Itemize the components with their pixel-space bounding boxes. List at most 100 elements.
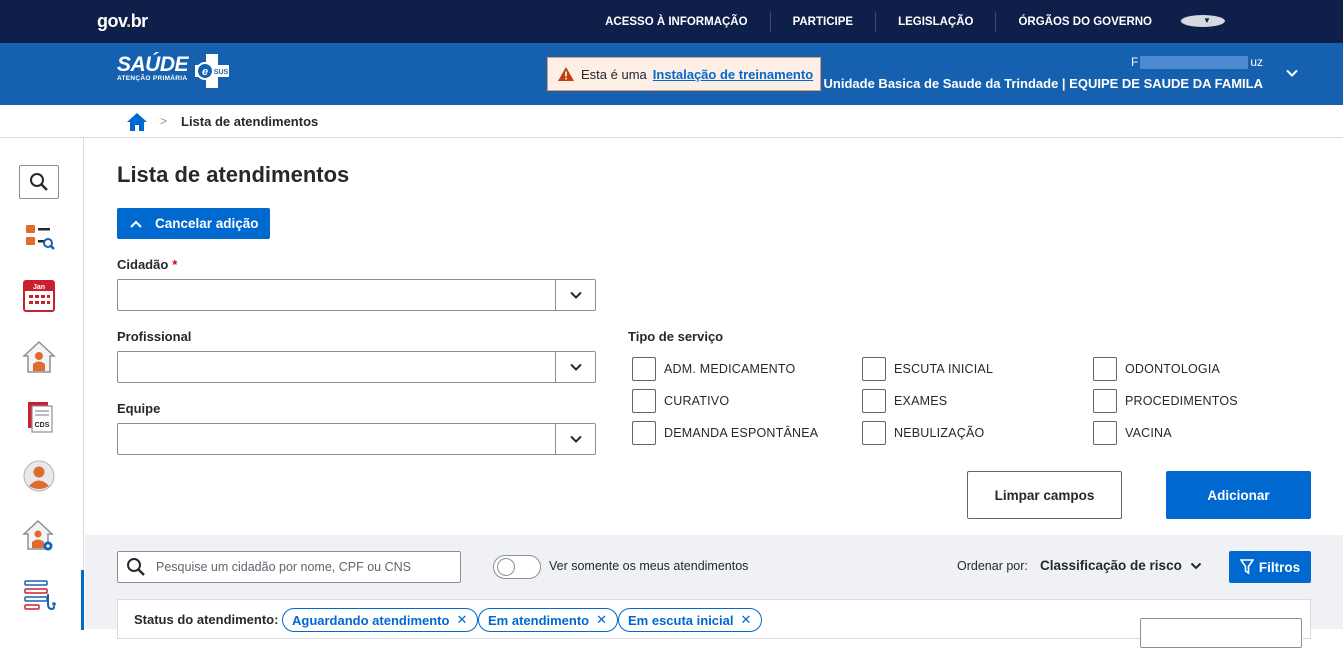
gov-link-acesso[interactable]: ACESSO À INFORMAÇÃO	[605, 12, 769, 32]
status-label: Status do atendimento:	[134, 612, 279, 627]
cds-icon: CDS	[28, 402, 53, 433]
calendar-month: Jan	[33, 284, 45, 291]
cds-label: CDS	[35, 422, 50, 429]
chevron-down-icon[interactable]	[555, 424, 595, 454]
sidebar-item-home-settings[interactable]	[19, 519, 59, 553]
service-checkbox[interactable]: VACINA	[1093, 421, 1172, 445]
checkbox-box[interactable]	[1093, 357, 1117, 381]
sidebar-item-citizen-search[interactable]	[19, 220, 59, 254]
sidebar-item-search[interactable]	[19, 165, 59, 199]
my-attendances-toggle[interactable]	[493, 555, 541, 579]
service-label: ESCUTA INICIAL	[894, 362, 994, 376]
breadcrumb-current: Lista de atendimentos	[181, 114, 319, 129]
training-banner: Esta é uma Instalação de treinamento	[547, 57, 821, 91]
checkbox-box[interactable]	[632, 357, 656, 381]
chevron-down-icon[interactable]	[1285, 66, 1299, 80]
chip-label: Aguardando atendimento	[292, 612, 450, 628]
calendar-icon: Jan	[23, 280, 55, 312]
service-label: ODONTOLOGIA	[1125, 362, 1221, 376]
service-checkbox[interactable]: NEBULIZAÇÃO	[862, 421, 984, 445]
service-label: VACINA	[1125, 426, 1172, 440]
order-label: Ordenar por:	[957, 559, 1028, 573]
home-settings-icon	[22, 519, 54, 551]
cancel-add-label: Cancelar adição	[155, 216, 259, 231]
service-checkbox[interactable]: ODONTOLOGIA	[1093, 357, 1220, 381]
checkbox-box[interactable]	[1093, 421, 1117, 445]
sidebar-item-cds[interactable]: CDS	[19, 400, 59, 434]
close-icon[interactable]: ✕	[741, 612, 752, 628]
sidebar: Jan CDS	[0, 138, 84, 630]
list-toolbar: Pesquise um cidadão por nome, CPF ou CNS…	[85, 535, 1343, 648]
checkbox-box[interactable]	[862, 421, 886, 445]
service-checkbox[interactable]: DEMANDA ESPONTÂNEA	[632, 421, 818, 445]
checkbox-box[interactable]	[862, 389, 886, 413]
order-value: Classificação de risco	[1040, 558, 1182, 573]
service-checkbox[interactable]: ESCUTA INICIAL	[862, 357, 993, 381]
profissional-select[interactable]	[117, 351, 596, 383]
user-info[interactable]: Fuz Unidade Basica de Saude da Trindade …	[824, 55, 1263, 91]
tipo-servico-label: Tipo de serviço	[628, 329, 724, 344]
brand-title: SAÚDE	[117, 53, 189, 76]
chip-label: Em atendimento	[488, 612, 590, 628]
filters-label: Filtros	[1258, 559, 1301, 575]
gov-link-participe[interactable]: PARTICIPE	[769, 11, 876, 32]
sidebar-item-home-care[interactable]	[19, 340, 59, 374]
status-chip[interactable]: Em atendimento ✕	[478, 608, 619, 632]
checkbox-box[interactable]	[862, 357, 886, 381]
status-chip[interactable]: Em escuta inicial ✕	[618, 608, 763, 632]
chevron-down-icon	[1190, 562, 1202, 569]
esus-logo[interactable]: SAÚDE ATENÇÃO PRIMÁRIA e SUS	[117, 53, 229, 88]
add-button[interactable]: Adicionar	[1166, 471, 1311, 519]
brand-subtitle: ATENÇÃO PRIMÁRIA	[117, 75, 188, 82]
gov-links: ACESSO À INFORMAÇÃO PARTICIPE LEGISLAÇÃO…	[605, 0, 1247, 43]
service-label: CURATIVO	[664, 394, 730, 408]
brand-badge: SUS	[214, 69, 229, 76]
checkbox-box[interactable]	[632, 421, 656, 445]
status-extra-field[interactable]	[1140, 618, 1302, 648]
search-placeholder: Pesquise um cidadão por nome, CPF ou CNS	[156, 560, 411, 574]
order-select[interactable]: Classificação de risco	[1040, 558, 1202, 573]
chevron-up-icon	[130, 220, 142, 228]
citizen-search-input[interactable]: Pesquise um cidadão por nome, CPF ou CNS	[117, 551, 461, 583]
close-icon[interactable]: ✕	[456, 612, 467, 628]
home-icon[interactable]	[126, 112, 148, 132]
equipe-label: Equipe	[117, 401, 161, 416]
training-link[interactable]: Instalação de treinamento	[653, 67, 813, 82]
profissional-label: Profissional	[117, 329, 192, 344]
service-checkbox[interactable]: CURATIVO	[632, 389, 729, 413]
service-checkbox[interactable]: PROCEDIMENTOS	[1093, 389, 1238, 413]
service-checkbox[interactable]: EXAMES	[862, 389, 947, 413]
toggle-knob	[497, 558, 515, 576]
status-filter-panel: Status do atendimento: Aguardando atendi…	[117, 599, 1311, 648]
status-chip[interactable]: Aguardando atendimento ✕	[282, 608, 479, 632]
service-checkbox[interactable]: ADM. MEDICAMENTO	[632, 357, 795, 381]
service-label: EXAMES	[894, 394, 948, 408]
search-icon	[127, 558, 145, 576]
home-care-icon	[22, 340, 56, 373]
user-name-start: F	[1130, 55, 1139, 69]
gov-link-legislacao[interactable]: LEGISLAÇÃO	[875, 11, 995, 32]
equipe-select[interactable]	[117, 423, 596, 455]
filters-button[interactable]: Filtros	[1229, 551, 1311, 583]
gov-bar: gov.br ACESSO À INFORMAÇÃO PARTICIPE LEG…	[0, 0, 1343, 43]
service-label: ADM. MEDICAMENTO	[664, 362, 796, 376]
sidebar-item-user[interactable]	[19, 459, 59, 493]
sidebar-active-indicator	[81, 570, 84, 630]
cidadao-label-text: Cidadão	[117, 257, 169, 272]
toggle-label: Ver somente os meus atendimentos	[549, 559, 749, 573]
chip-label: Em escuta inicial	[628, 612, 734, 628]
user-icon	[23, 460, 55, 492]
checkbox-box[interactable]	[1093, 389, 1117, 413]
cancel-add-button[interactable]: Cancelar adição	[117, 208, 270, 239]
sidebar-item-calendar[interactable]: Jan	[19, 279, 59, 313]
sidebar-item-attendance-list[interactable]	[19, 578, 59, 612]
chevron-down-icon[interactable]	[555, 280, 595, 310]
checkbox-box[interactable]	[632, 389, 656, 413]
gov-link-orgaos[interactable]: ÓRGÃOS DO GOVERNO ▼	[995, 11, 1247, 32]
chevron-down-icon[interactable]	[555, 352, 595, 382]
clear-fields-button[interactable]: Limpar campos	[967, 471, 1122, 519]
govbr-logo[interactable]: gov.br	[97, 11, 148, 32]
filter-icon	[1239, 559, 1254, 575]
cidadao-select[interactable]	[117, 279, 596, 311]
close-icon[interactable]: ✕	[596, 612, 607, 628]
